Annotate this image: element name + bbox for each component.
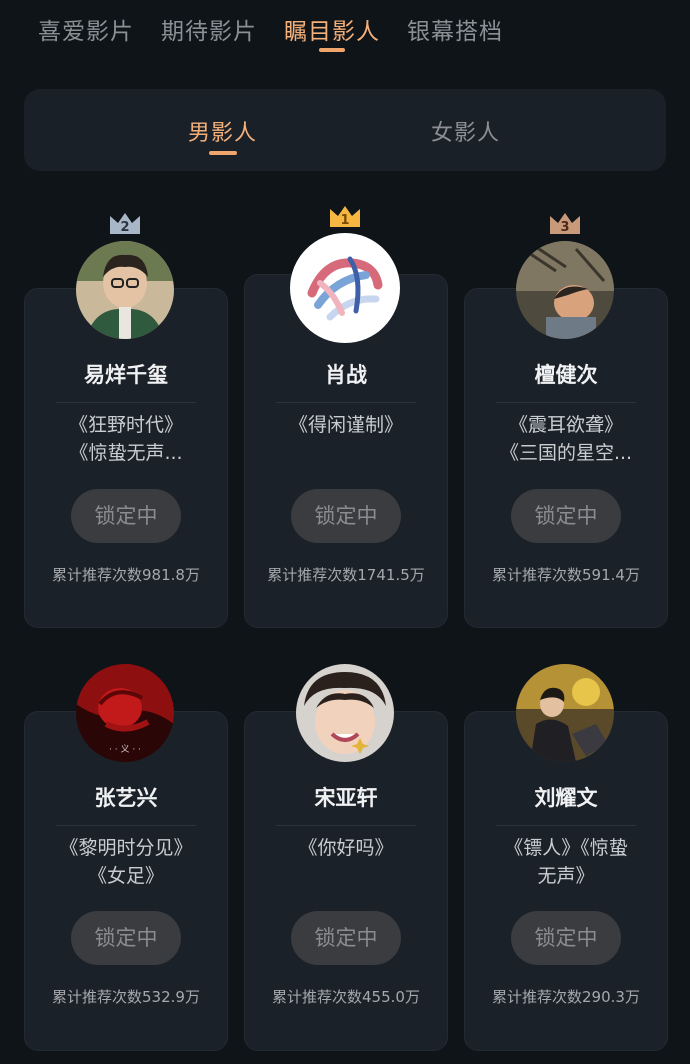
- recommend-count: 累计推荐次数591.4万: [492, 566, 640, 584]
- recommend-count: 累计推荐次数290.3万: [492, 988, 640, 1006]
- work-title: 《得闲谨制》: [288, 414, 403, 436]
- person-name: 檀健次: [534, 363, 598, 387]
- work-title: 《震耳欲聋》: [508, 414, 623, 436]
- locked-button[interactable]: 锁定中: [291, 489, 401, 543]
- locked-button[interactable]: 锁定中: [71, 911, 181, 965]
- rank-number: 2: [120, 220, 129, 235]
- divider: [276, 825, 416, 826]
- tab-male-label: 男影人: [188, 121, 258, 146]
- rank-crown-icon: 2: [110, 213, 140, 235]
- person-card[interactable]: 张艺兴 《黎明时分见》 《女足》 锁定中 累计推荐次数532.9万: [24, 711, 228, 1051]
- divider: [56, 402, 196, 403]
- recommend-count: 累计推荐次数1741.5万: [267, 566, 425, 584]
- work-title: 《黎明时分见》: [59, 837, 193, 859]
- rank-crown-icon: 3: [550, 213, 580, 235]
- tab-anticipated-films[interactable]: 期待影片: [161, 12, 257, 46]
- person-works: 《狂野时代》 《惊蛰无声...: [36, 411, 216, 467]
- divider: [496, 402, 636, 403]
- top-tab-bar: 喜爱影片 期待影片 瞩目影人 银幕搭档: [0, 0, 690, 60]
- work-title: 《镖人》《惊蛰: [504, 837, 628, 859]
- tab-female[interactable]: 女影人: [431, 115, 500, 147]
- rank-crown-icon: 1: [330, 206, 360, 228]
- work-title: 《惊蛰无声...: [69, 442, 183, 464]
- locked-button[interactable]: 锁定中: [71, 489, 181, 543]
- work-title: 无声》: [537, 865, 595, 887]
- divider: [56, 825, 196, 826]
- avatar[interactable]: [76, 241, 174, 339]
- tab-favorite-films[interactable]: 喜爱影片: [38, 12, 134, 46]
- person-works: 《得闲谨制》: [256, 411, 436, 439]
- work-title: 《女足》: [87, 865, 164, 887]
- divider: [276, 402, 416, 403]
- person-card[interactable]: 易烊千玺 《狂野时代》 《惊蛰无声... 锁定中 累计推荐次数981.8万: [24, 288, 228, 628]
- person-works: 《黎明时分见》 《女足》: [36, 834, 216, 890]
- recommend-count: 累计推荐次数532.9万: [52, 988, 200, 1006]
- locked-button[interactable]: 锁定中: [511, 489, 621, 543]
- avatar[interactable]: [516, 664, 614, 762]
- avatar[interactable]: [516, 241, 614, 339]
- person-name: 宋亚轩: [314, 786, 378, 810]
- person-name: 刘耀文: [534, 786, 598, 810]
- locked-button[interactable]: 锁定中: [511, 911, 621, 965]
- avatar[interactable]: [290, 233, 400, 343]
- person-card[interactable]: 刘耀文 《镖人》《惊蛰 无声》 锁定中 累计推荐次数290.3万: [464, 711, 668, 1051]
- work-title: 《狂野时代》: [68, 414, 183, 436]
- locked-button[interactable]: 锁定中: [291, 911, 401, 965]
- rank-number: 1: [340, 213, 349, 228]
- gender-switch: 男影人 女影人: [24, 89, 666, 171]
- person-works: 《震耳欲聋》 《三国的星空...: [476, 411, 656, 467]
- work-title: 《你好吗》: [298, 837, 394, 859]
- person-name: 易烊千玺: [84, 363, 168, 387]
- person-card[interactable]: 檀健次 《震耳欲聋》 《三国的星空... 锁定中 累计推荐次数591.4万: [464, 288, 668, 628]
- work-title: 《三国的星空...: [499, 442, 633, 464]
- tab-screen-partners[interactable]: 银幕搭档: [407, 12, 503, 46]
- rank-number: 3: [560, 220, 569, 235]
- avatar[interactable]: [296, 664, 394, 762]
- person-works: 《你好吗》: [256, 834, 436, 862]
- divider: [496, 825, 636, 826]
- person-name: 肖战: [325, 363, 367, 387]
- svg-text:· · 义 · ·: · · 义 · ·: [109, 744, 141, 755]
- tab-male[interactable]: 男影人: [188, 115, 258, 155]
- active-gender-underline: [208, 151, 237, 155]
- avatar[interactable]: · · 义 · ·: [76, 664, 174, 762]
- tab-notable-people-label: 瞩目影人: [284, 19, 380, 45]
- tab-notable-people[interactable]: 瞩目影人: [284, 12, 380, 52]
- recommend-count: 累计推荐次数455.0万: [272, 988, 420, 1006]
- recommend-count: 累计推荐次数981.8万: [52, 566, 200, 584]
- active-tab-underline: [319, 48, 345, 52]
- person-works: 《镖人》《惊蛰 无声》: [476, 834, 656, 890]
- person-name: 张艺兴: [94, 786, 158, 810]
- person-card[interactable]: 宋亚轩 《你好吗》 锁定中 累计推荐次数455.0万: [244, 711, 448, 1051]
